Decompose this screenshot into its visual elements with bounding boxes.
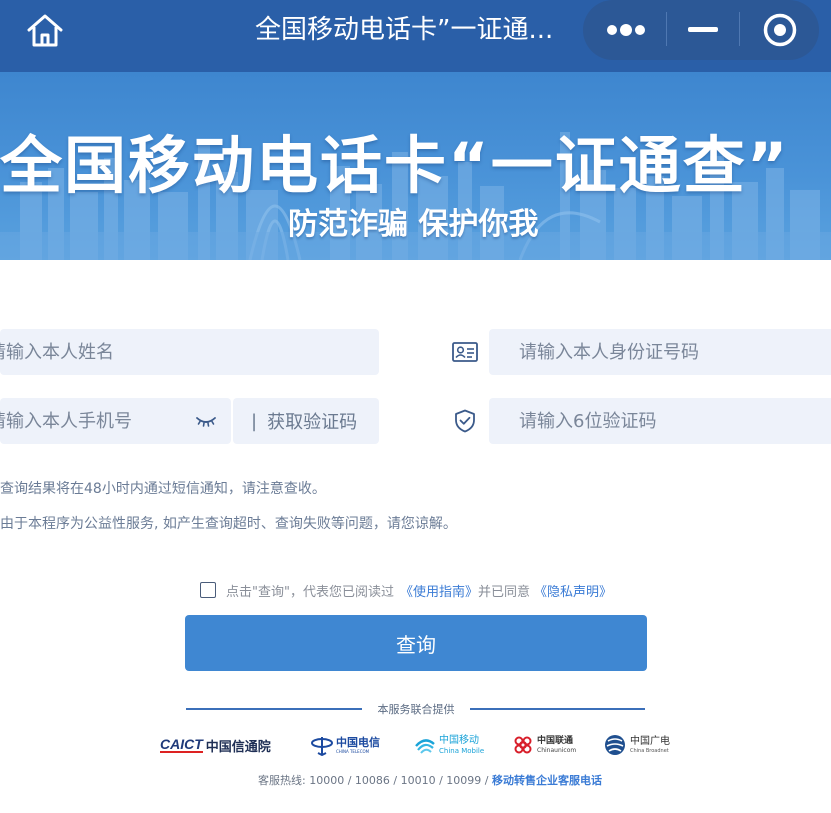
agreement-middle: 并已同意 [477, 584, 530, 600]
banner-title: 全国移动电话卡“一证通查” [0, 129, 790, 202]
name-field-container [0, 329, 379, 375]
china-mobile-emblem-icon [415, 739, 435, 754]
notice-text-2: 由于本程序为公益性服务, 如产生查询超时、查询失败等问题，请您谅解。 [0, 516, 457, 532]
china-broadnet-cn: 中国广电 [630, 735, 670, 747]
home-icon [27, 14, 63, 47]
china-unicom-en: Chinaunicom [537, 746, 577, 754]
china-telecom-logo: 中国电信 CHINA TELECOM [311, 731, 380, 759]
divider-line [186, 708, 362, 710]
target-close-icon [763, 13, 796, 47]
capsule-divider [666, 12, 667, 46]
verification-code-input[interactable] [489, 398, 831, 444]
china-unicom-knot-icon [514, 736, 532, 754]
divider-line [470, 708, 645, 710]
id-field-container [489, 329, 831, 375]
agreement-prefix: 点击"查询"，代表您已阅读过 [226, 584, 394, 600]
home-button[interactable] [22, 10, 68, 50]
minimize-icon [688, 27, 718, 32]
name-input[interactable] [0, 329, 379, 375]
query-button[interactable]: 查询 [185, 615, 647, 671]
china-mobile-en: China Mobile [439, 746, 485, 755]
more-button[interactable] [583, 0, 669, 60]
more-dots-icon [607, 24, 645, 36]
customer-hotline: 客服热线: 10000 / 10086 / 10010 / 10099 / 移动… [258, 772, 602, 788]
providers-caption: 本服务联合提供 [377, 703, 455, 716]
mini-program-capsule [583, 0, 819, 60]
caict-logo: CAICT 中国信通院 [160, 731, 271, 759]
caict-logo-cn: 中国信通院 [205, 739, 271, 755]
phone-field-container [0, 398, 231, 444]
china-broadnet-logo: 中国广电 China Broadnet [603, 731, 670, 759]
notice-text-1: 查询结果将在48小时内通过短信通知，请注意查收。 [0, 481, 326, 497]
shield-check-icon [455, 409, 475, 433]
china-telecom-en: CHINA TELECOM [336, 748, 370, 754]
close-button[interactable] [740, 0, 819, 60]
china-telecom-emblem-icon [311, 737, 333, 756]
top-bar: 全国移动电话卡”一证通... [0, 0, 831, 72]
page-title: 全国移动电话卡”一证通... [255, 15, 554, 45]
get-code-button[interactable]: | 获取验证码 [233, 398, 379, 444]
usage-guide-link[interactable]: 《使用指南》 [400, 581, 478, 600]
mvno-hotline-link[interactable]: 移动转售企业客服电话 [492, 774, 602, 787]
id-card-icon [452, 342, 478, 362]
china-mobile-logo: 中国移动 China Mobile [414, 731, 484, 759]
code-field-container [489, 398, 831, 444]
eye-closed-icon[interactable] [194, 410, 218, 432]
china-mobile-cn: 中国移动 [439, 734, 479, 746]
agreement-checkbox[interactable] [200, 582, 216, 598]
banner-subtitle: 防范诈骗 保护你我 [288, 207, 539, 242]
china-broadnet-en: China Broadnet [630, 747, 669, 754]
privacy-statement-link[interactable]: 《隐私声明》 [534, 581, 612, 600]
caict-logo-en: CAICT [160, 736, 203, 753]
get-code-separator: | [251, 410, 258, 432]
banner: 全国移动电话卡“一证通查” 防范诈骗 保护你我 [0, 72, 831, 260]
minimize-button[interactable] [669, 0, 737, 60]
china-broadnet-globe-icon [605, 735, 625, 755]
hotline-text: 客服热线: 10000 / 10086 / 10010 / 10099 / [258, 774, 492, 787]
china-unicom-logo: 中国联通 Chinaunicom [512, 731, 576, 759]
get-code-label: 获取验证码 [267, 412, 358, 433]
agreement-row: 点击"查询"，代表您已阅读过 《使用指南》 并已同意 《隐私声明》 [200, 580, 612, 600]
china-unicom-cn: 中国联通 [537, 735, 574, 746]
id-number-input[interactable] [489, 329, 831, 375]
china-telecom-cn: 中国电信 [336, 735, 380, 749]
